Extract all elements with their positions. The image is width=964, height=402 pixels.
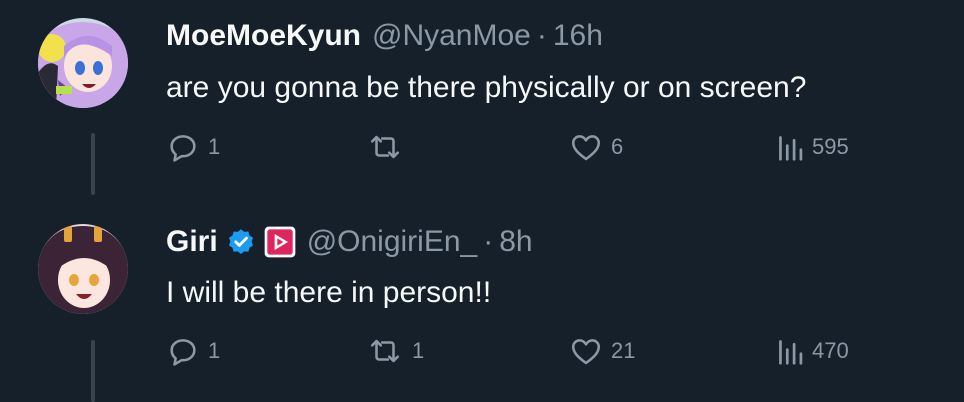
handle[interactable]: @OnigiriEn_	[307, 222, 478, 262]
heart-icon	[569, 130, 603, 164]
views-button[interactable]: 595	[776, 127, 849, 167]
tweet-text: are you gonna be there physically or on …	[166, 71, 807, 104]
reply-icon	[166, 334, 200, 368]
verified-check-icon	[226, 227, 256, 257]
retweet-button[interactable]	[366, 127, 412, 167]
views-chart-icon	[776, 336, 804, 366]
retweet-button[interactable]: 1	[366, 331, 424, 371]
tweet-text: I will be there in person!!	[166, 276, 492, 309]
handle[interactable]: @NyanMoe	[372, 16, 531, 56]
reply-icon	[166, 130, 200, 164]
reply-count: 1	[208, 134, 221, 159]
separator: ·	[483, 225, 494, 258]
like-count: 21	[611, 338, 636, 363]
like-count: 6	[611, 134, 624, 159]
like-button[interactable]: 21	[569, 331, 635, 371]
reply-button[interactable]: 1	[166, 127, 220, 167]
display-name[interactable]: MoeMoeKyun	[166, 16, 361, 56]
separator: ·	[536, 19, 547, 52]
retweet-icon	[366, 130, 404, 164]
reply-button[interactable]: 1	[166, 331, 220, 371]
thread-line	[91, 133, 95, 195]
views-button[interactable]: 470	[776, 331, 849, 371]
action-bar: 1 6 595	[166, 127, 926, 167]
timestamp[interactable]: 16h	[553, 16, 603, 56]
action-bar: 1 1 21 470	[166, 331, 926, 371]
avatar[interactable]	[38, 224, 128, 314]
view-count: 470	[812, 338, 849, 363]
tweet[interactable]: Giri @OnigiriEn_ · 8h I will be there in…	[0, 200, 964, 402]
view-count: 595	[812, 134, 849, 159]
heart-icon	[569, 334, 603, 368]
avatar[interactable]	[38, 18, 128, 108]
affiliate-badge-icon[interactable]	[264, 226, 296, 258]
retweet-count: 1	[412, 338, 425, 363]
views-chart-icon	[776, 132, 804, 162]
reply-count: 1	[208, 338, 221, 363]
retweet-icon	[366, 334, 404, 368]
like-button[interactable]: 6	[569, 127, 623, 167]
timestamp[interactable]: 8h	[499, 222, 532, 262]
tweet[interactable]: MoeMoeKyun @NyanMoe · 16h are you gonna …	[0, 0, 964, 200]
tweet-header: Giri @OnigiriEn_ · 8h	[166, 222, 533, 262]
display-name[interactable]: Giri	[166, 222, 218, 262]
thread-line	[91, 340, 95, 402]
tweet-header: MoeMoeKyun @NyanMoe · 16h	[166, 16, 603, 56]
